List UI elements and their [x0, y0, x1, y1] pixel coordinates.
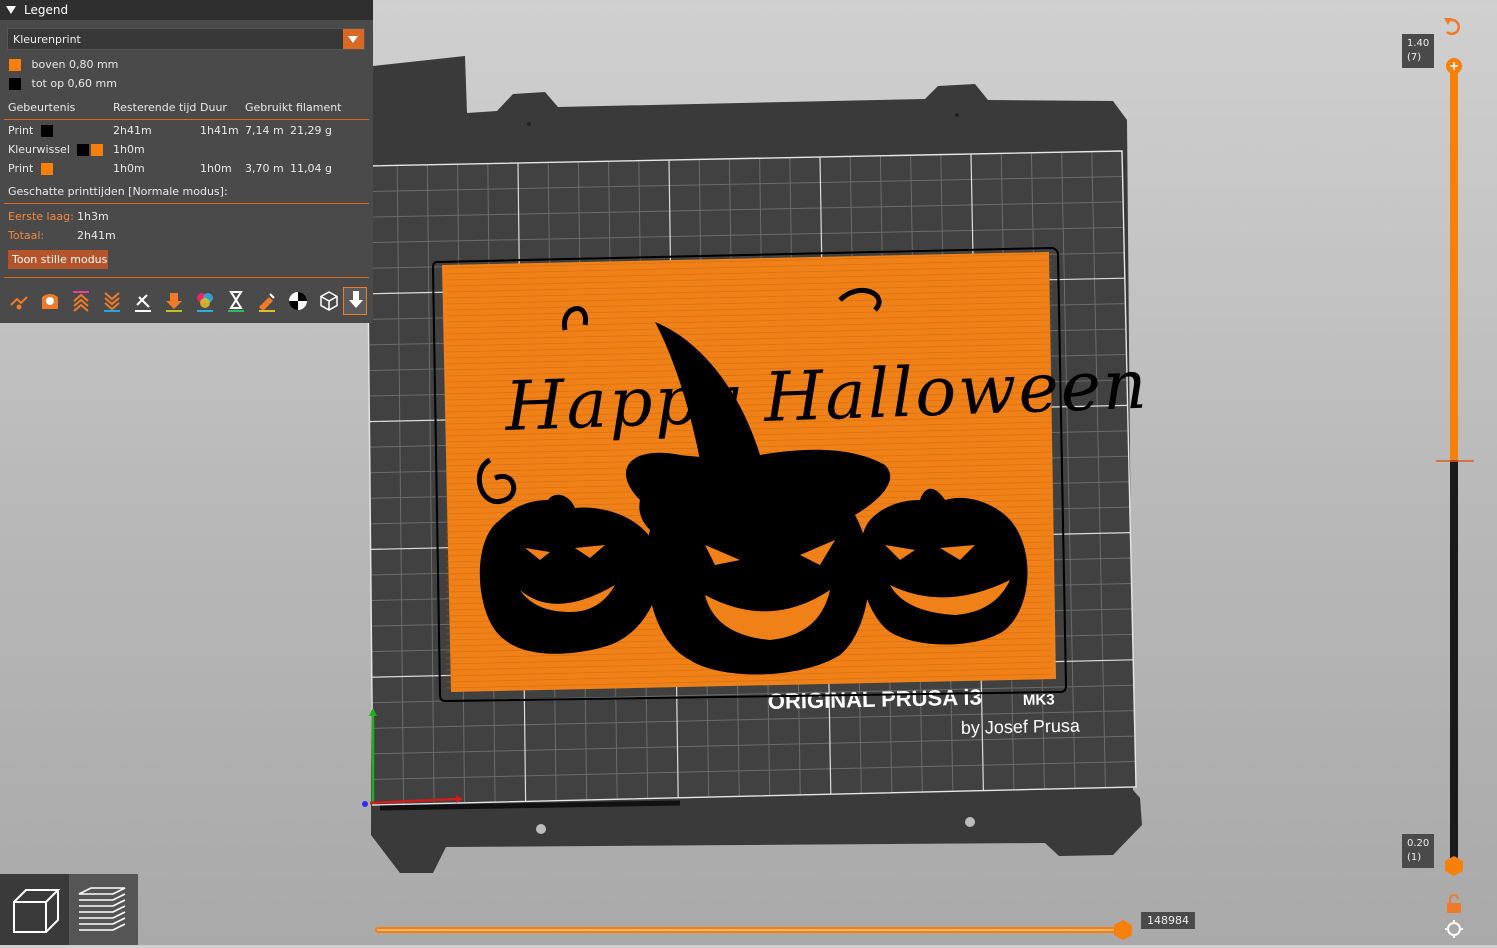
- retractions-icon[interactable]: [69, 289, 93, 313]
- total-label: Totaal:: [8, 229, 45, 242]
- 3d-view-icon[interactable]: [0, 874, 69, 945]
- bed-brand-mk: MK3: [1023, 691, 1055, 709]
- move-slider-thumb[interactable]: [1114, 920, 1132, 940]
- bottom-layer-label: 0.20 (1): [1402, 834, 1435, 868]
- legend-title: Legend: [24, 3, 69, 17]
- table-row: Kleurwissel: [8, 143, 104, 156]
- bottom-layer-height: 0.20: [1407, 838, 1430, 849]
- deretractions-icon[interactable]: [100, 289, 124, 313]
- col-header-remaining: Resterende tijd: [113, 101, 197, 114]
- range-label: boven 0,80 mm: [31, 58, 119, 71]
- remaining-time: 2h41m: [113, 124, 152, 137]
- top-layer-number: (7): [1407, 52, 1422, 63]
- color-swatch: [40, 163, 53, 175]
- legend-panel: Legend Kleurenprint boven 0,80 mm tot op…: [0, 0, 373, 323]
- show-quiet-mode-button[interactable]: Toon stille modus: [8, 250, 108, 269]
- layer-slider[interactable]: [1400, 10, 1497, 945]
- collapse-triangle-icon[interactable]: [6, 6, 16, 14]
- col-header-duration: Duur: [200, 101, 227, 114]
- bed-brand-line1: ORIGINAL PRUSA i3: [768, 685, 982, 714]
- preview-layers-icon[interactable]: [69, 874, 138, 945]
- lock-icon[interactable]: [1447, 894, 1461, 913]
- first-layer-label: Eerste laag:: [8, 210, 74, 223]
- range-item: boven 0,80 mm: [9, 58, 118, 71]
- color-changes-icon[interactable]: [193, 289, 217, 313]
- color-swatch: [40, 125, 53, 137]
- bed-brand-line2: by Josef Prusa: [961, 715, 1081, 738]
- event-label: Kleurwissel: [8, 143, 70, 156]
- divider: [4, 119, 369, 120]
- legend-header[interactable]: Legend: [0, 0, 373, 20]
- tool-changes-icon[interactable]: [162, 289, 186, 313]
- filament-length: 3,70 m: [245, 162, 284, 175]
- bed-hole: [965, 817, 975, 827]
- total-value: 2h41m: [77, 229, 116, 242]
- event-label: Print: [8, 124, 34, 137]
- duration: 1h41m: [200, 124, 239, 137]
- undo-arrow-icon[interactable]: [1444, 18, 1461, 36]
- dropdown-arrow-icon[interactable]: [343, 29, 364, 49]
- printed-model[interactable]: Happy Halloween: [442, 252, 1150, 692]
- range-label: tot op 0,60 mm: [31, 77, 117, 90]
- estimated-times-title: Geschatte printtijden [Normale modus]:: [8, 185, 228, 198]
- color-swatch: [9, 78, 21, 90]
- tool-marker-icon[interactable]: [343, 287, 367, 315]
- bed-hole: [536, 824, 546, 834]
- pause-prints-icon[interactable]: [224, 289, 248, 313]
- travel-icon[interactable]: [7, 289, 31, 313]
- settings-cog-icon[interactable]: [1445, 920, 1463, 938]
- lower-thumb[interactable]: [1445, 856, 1463, 876]
- color-swatch: [9, 59, 21, 71]
- shells-icon[interactable]: [317, 289, 341, 313]
- duration: 1h0m: [200, 162, 232, 175]
- filament-length: 7,14 m: [245, 124, 284, 137]
- move-slider[interactable]: [370, 915, 1140, 945]
- table-row: Print: [8, 162, 53, 175]
- move-slider-value: 148984: [1141, 912, 1195, 929]
- table-row: Print: [8, 124, 53, 137]
- event-label: Print: [8, 162, 34, 175]
- view-mode-buttons: [0, 874, 138, 945]
- divider: [4, 203, 369, 204]
- first-layer-value: 1h3m: [77, 210, 109, 223]
- filament-weight: 21,29 g: [290, 124, 332, 137]
- col-header-event: Gebeurtenis: [8, 101, 76, 114]
- color-swatch: [77, 144, 90, 156]
- bottom-layer-number: (1): [1407, 852, 1422, 863]
- remaining-time: 1h0m: [113, 162, 145, 175]
- color-swatch: [91, 144, 104, 156]
- filament-weight: 11,04 g: [290, 162, 332, 175]
- remaining-time: 1h0m: [113, 143, 145, 156]
- custom-gcodes-icon[interactable]: [255, 289, 279, 313]
- top-layer-height: 1.40: [1407, 38, 1430, 49]
- divider: [4, 277, 369, 278]
- range-item: tot op 0,60 mm: [9, 77, 117, 90]
- col-header-filament: Gebruikt filament: [245, 101, 342, 114]
- view-type-value: Kleurenprint: [13, 33, 81, 46]
- center-of-gravity-icon[interactable]: [286, 289, 310, 313]
- view-type-combo[interactable]: Kleurenprint: [7, 28, 365, 50]
- top-layer-label: 1.40 (7): [1402, 34, 1435, 68]
- seams-icon[interactable]: [131, 289, 155, 313]
- wipe-icon[interactable]: [38, 289, 62, 313]
